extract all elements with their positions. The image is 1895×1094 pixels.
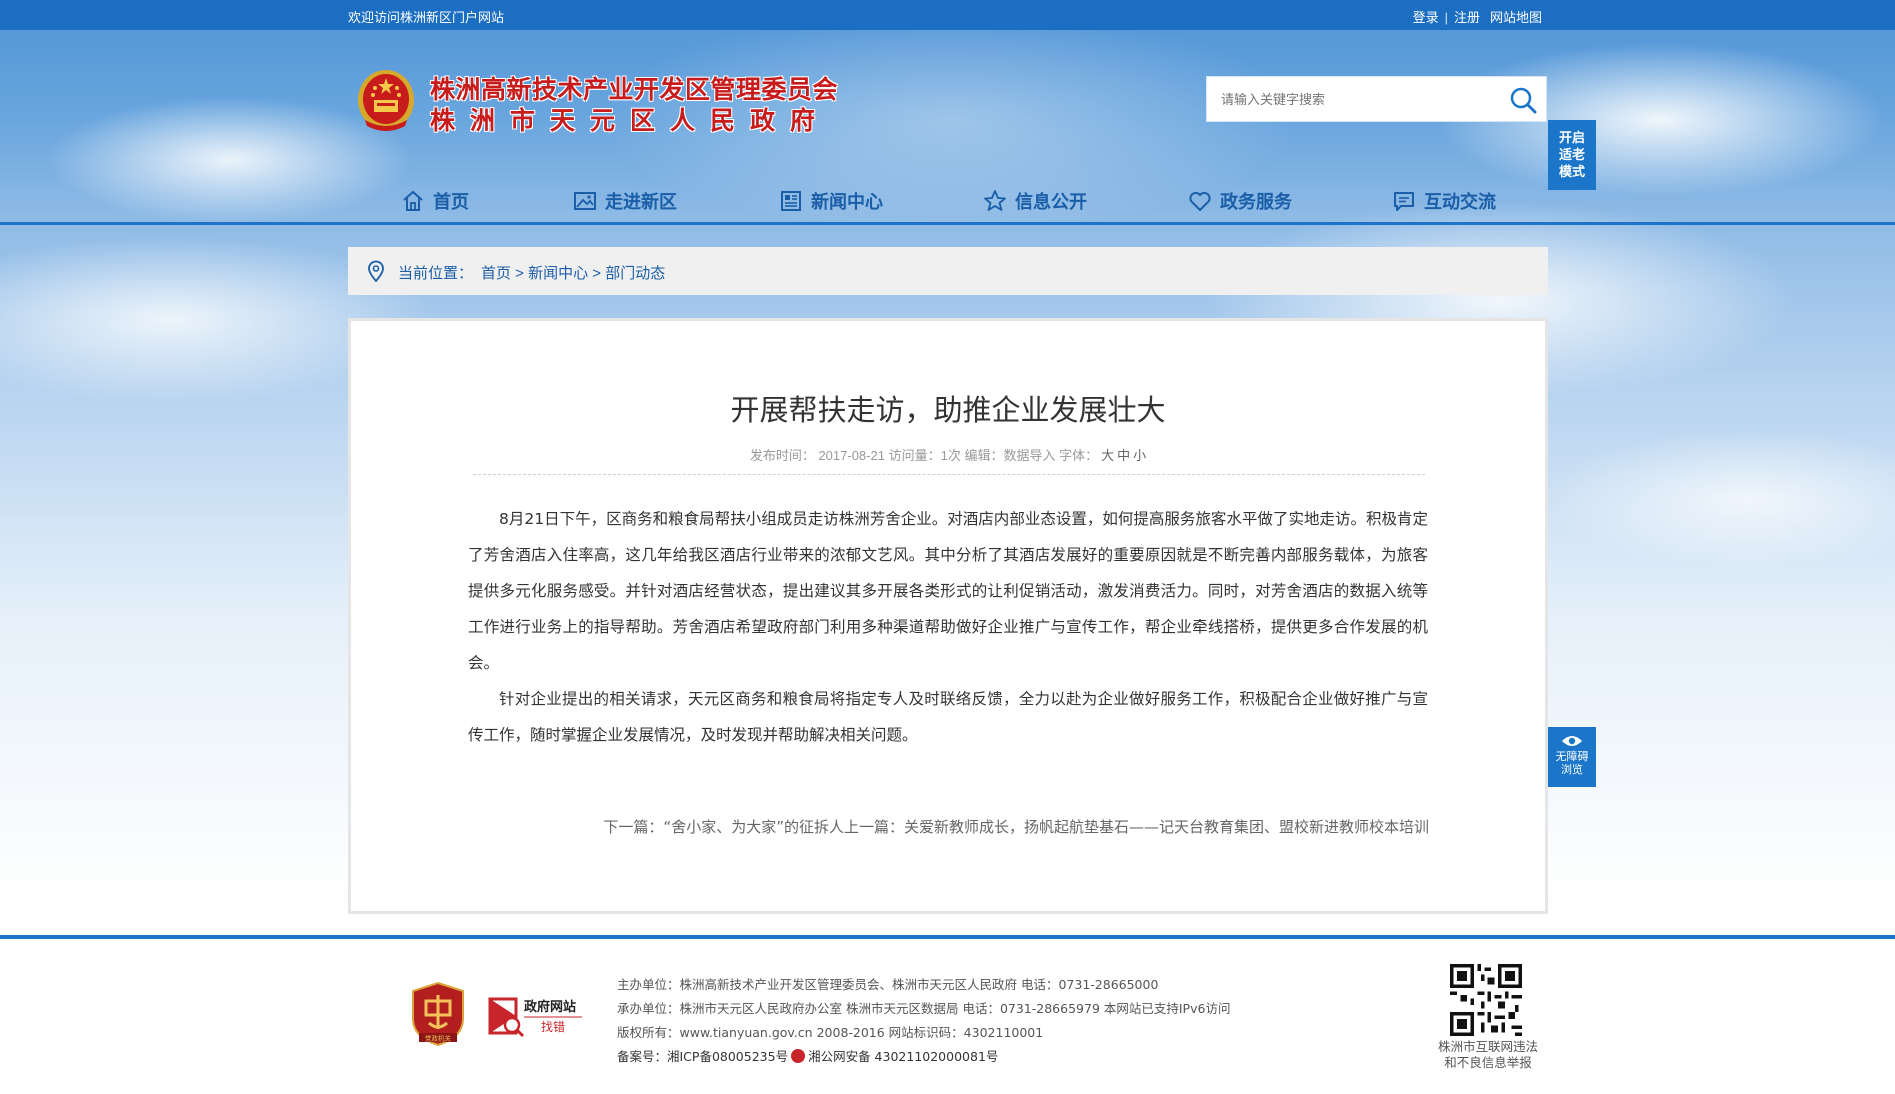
sitemap-link[interactable]: 网站地图: [1490, 10, 1542, 25]
breadcrumb-separator: >: [588, 265, 606, 282]
article-pager: 下一篇：“舍小家、为大家”的征拆人上一篇：关爱新教师成长，扬帆起航垫基石——记天…: [603, 816, 1429, 837]
badge1-text: 党政机关: [425, 1034, 452, 1043]
register-link[interactable]: 注册: [1454, 10, 1480, 25]
elder-mode-text: 开启: [1558, 130, 1585, 145]
breadcrumb-item-news[interactable]: 新闻中心: [528, 265, 588, 282]
nav-item-interaction[interactable]: 互动交流: [1392, 186, 1496, 216]
nav-item-news[interactable]: 新闻中心: [779, 186, 883, 216]
top-bar: 欢迎访问株洲新区门户网站 登录 | 注册 网站地图: [0, 0, 1895, 30]
location-pin-icon: [368, 260, 384, 282]
qr-caption: 株洲市互联网违法 和不良信息举报: [1420, 1039, 1556, 1071]
eye-icon: [1562, 736, 1582, 746]
picture-icon: [574, 192, 596, 210]
search-icon[interactable]: [1508, 85, 1538, 115]
qr-code-icon[interactable]: [1450, 964, 1522, 1036]
police-badge-icon: [791, 1049, 806, 1063]
gov-site-error-report-icon[interactable]: 政府网站 找错: [486, 993, 586, 1041]
nav-item-services[interactable]: 政务服务: [1188, 186, 1292, 216]
nav-item-info[interactable]: 信息公开: [983, 186, 1087, 216]
police-record-link[interactable]: 湘公网安备 43021102000081号: [808, 1049, 998, 1064]
font-size-medium[interactable]: 中: [1117, 448, 1130, 463]
icp-link[interactable]: 备案号：湘ICP备08005235号: [617, 1049, 788, 1064]
star-icon: [984, 190, 1006, 211]
chat-icon: [1394, 192, 1414, 211]
article-meta: 发布时间： 2017-08-21 访问量：1次 编辑：数据导入 字体：大中小: [351, 445, 1545, 464]
welcome-text: 欢迎访问株洲新区门户网站: [348, 10, 505, 25]
nav-item-about[interactable]: 走进新区: [573, 186, 677, 216]
footer-record: 备案号：湘ICP备08005235号 湘公网安备 43021102000081号: [617, 1045, 1230, 1069]
link-separator: |: [1444, 10, 1448, 25]
login-link[interactable]: 登录: [1413, 10, 1439, 25]
search-box: [1206, 76, 1547, 122]
publish-label: 发布时间：: [749, 448, 815, 463]
account-links: 登录 | 注册 网站地图: [1413, 7, 1542, 26]
accessibility-button[interactable]: 无障碍 浏览: [1548, 727, 1596, 787]
footer-sponsor: 主办单位：株洲高新技术产业开发区管理委员会、株洲市天元区人民政府 电话：0731…: [617, 977, 1159, 992]
nav-label: 互动交流: [1424, 192, 1496, 212]
heart-icon: [1189, 191, 1211, 211]
qr-caption-line: 株洲市互联网违法: [1437, 1039, 1538, 1054]
breadcrumb: 当前位置： 首页 > 新闻中心 > 部门动态: [348, 247, 1548, 295]
footer-info: 主办单位：株洲高新技术产业开发区管理委员会、株洲市天元区人民政府 电话：0731…: [617, 973, 1230, 1069]
footer-organizer: 承办单位：株洲市天元区人民政府办公室 株洲市天元区数据局 电话：0731-286…: [617, 1001, 1231, 1016]
breadcrumb-path: 首页 > 新闻中心 > 部门动态: [481, 262, 665, 283]
article-panel: 开展帮扶走访，助推企业发展壮大 发布时间： 2017-08-21 访问量：1次 …: [348, 318, 1548, 914]
qr-caption-line: 和不良信息举报: [1444, 1055, 1532, 1070]
national-emblem-icon: [358, 70, 414, 131]
footer: 党政机关 政府网站 找错 主办单位：株洲高新技术产业开发区管理委员会、株洲市天元…: [0, 939, 1895, 1094]
font-size-small[interactable]: 小: [1133, 448, 1146, 463]
main-nav: 首页 走进新区 新闻中心 信息公开 政务服务 互动交流: [0, 180, 1895, 224]
font-label: 字体：: [1059, 448, 1099, 463]
search-input[interactable]: [1207, 77, 1511, 121]
font-size-large[interactable]: 大: [1101, 448, 1114, 463]
home-icon: [403, 190, 423, 211]
next-article-link[interactable]: “舍小家、为大家”的征拆人: [663, 818, 844, 836]
nav-label: 政务服务: [1220, 192, 1292, 212]
breadcrumb-item-dept[interactable]: 部门动态: [605, 265, 665, 282]
views-label: 访问量：: [888, 448, 941, 463]
next-label: 下一篇：: [603, 818, 664, 836]
publish-date: 2017-08-21: [818, 448, 885, 463]
views-count: 1次: [940, 448, 961, 463]
nav-label: 走进新区: [605, 192, 677, 212]
article-paragraph: 8月21日下午，区商务和粮食局帮扶小组成员走访株洲芳舍企业。对酒店内部业态设置，…: [468, 510, 1428, 672]
article-body: 8月21日下午，区商务和粮食局帮扶小组成员走访株洲芳舍企业。对酒店内部业态设置，…: [468, 501, 1428, 753]
meta-divider: [473, 474, 1425, 475]
breadcrumb-item-home[interactable]: 首页: [481, 265, 511, 282]
nav-label: 新闻中心: [811, 192, 883, 212]
breadcrumb-label: 当前位置：: [398, 265, 474, 282]
news-icon: [781, 191, 801, 211]
nav-divider: [0, 222, 1895, 225]
nav-label: 首页: [433, 192, 469, 212]
badge2-title: 政府网站: [524, 999, 576, 1015]
elder-mode-text: 适老: [1558, 147, 1585, 162]
nav-label: 信息公开: [1015, 192, 1087, 212]
nav-item-home[interactable]: 首页: [401, 186, 469, 216]
breadcrumb-separator: >: [511, 265, 529, 282]
prev-article-link[interactable]: 关爱新教师成长，扬帆起航垫基石——记天台教育集团、盟校新进教师校本培训: [904, 818, 1429, 836]
footer-copyright: 版权所有：www.tianyuan.gov.cn 2008-2016 网站标识码…: [617, 1025, 1044, 1040]
accessibility-label: 无障碍: [1555, 751, 1589, 763]
prev-label: 上一篇：: [843, 818, 904, 836]
editor-name: 数据导入: [1003, 448, 1056, 463]
party-gov-badge-icon[interactable]: 党政机关: [411, 981, 465, 1047]
accessibility-label: 浏览: [1561, 764, 1583, 776]
elder-mode-text: 模式: [1558, 164, 1585, 179]
article-title: 开展帮扶走访，助推企业发展壮大: [730, 393, 1166, 427]
site-title-line2: 株洲市天元区人民政府: [430, 106, 831, 135]
editor-label: 编辑：: [964, 448, 1004, 463]
article-paragraph: 针对企业提出的相关请求，天元区商务和粮食局将指定专人及时联络反馈，全力以赴为企业…: [468, 690, 1428, 744]
badge2-subtitle: 找错: [541, 1020, 565, 1034]
